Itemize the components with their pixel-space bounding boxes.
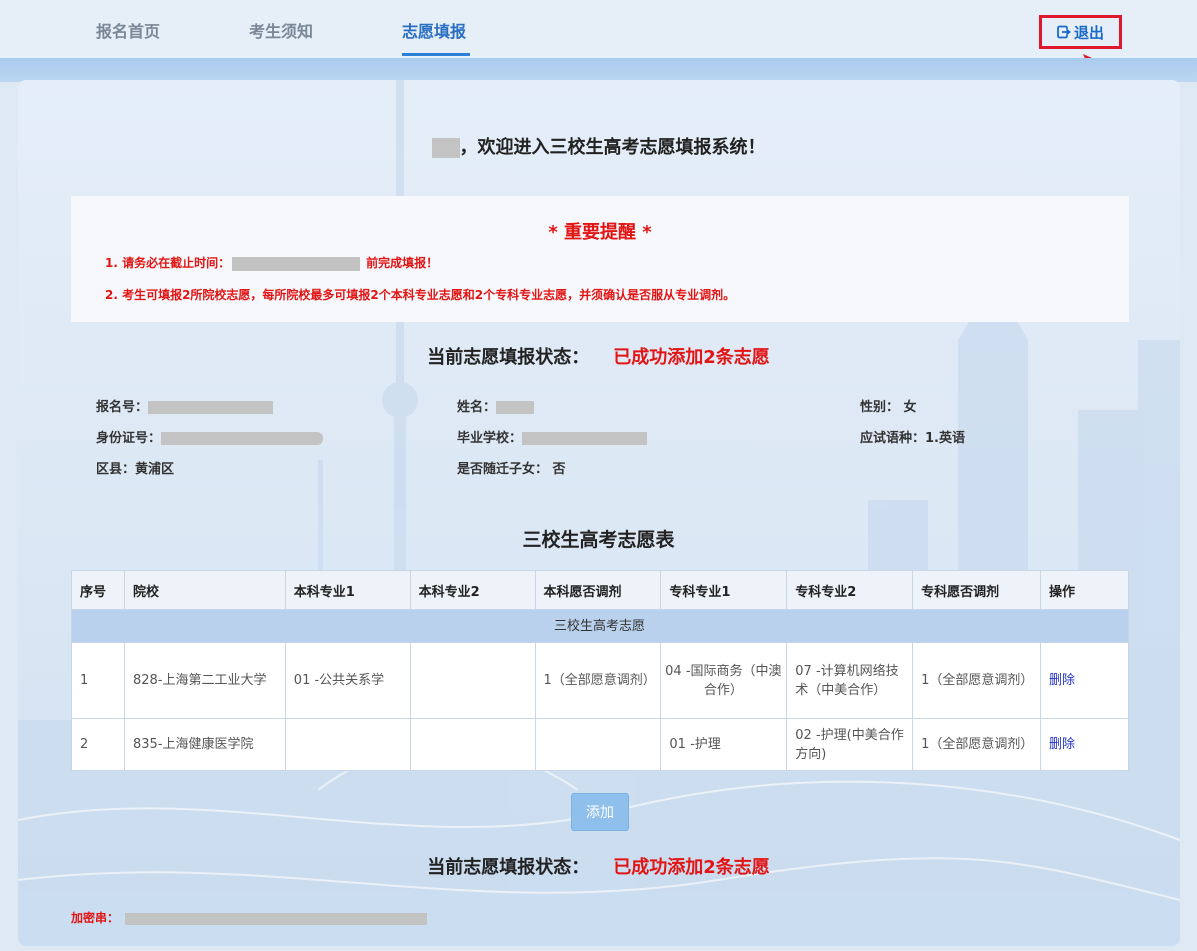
col-header-bachelor-adjust: 本科愿否调剂 xyxy=(534,570,662,610)
active-tab-underline xyxy=(402,53,470,56)
notice-deadline: 1. 请务必在截止时间： 前完成填报！ xyxy=(105,256,439,271)
info-name: 姓名： xyxy=(457,396,535,415)
application-table: 序号 院校 本科专业1 本科专业2 本科愿否调剂 专科专业1 专科专业2 专科愿… xyxy=(71,570,1129,771)
col-header-college-major-1: 专科专业1 xyxy=(660,570,788,610)
notice-rule: 2. 考生可填报2所院校志愿，每所院校最多可填报2个本科专业志愿和2个专科专业志… xyxy=(105,288,736,302)
table-header-row: 序号 院校 本科专业1 本科专业2 本科愿否调剂 专科专业1 专科专业2 专科愿… xyxy=(71,570,1129,610)
col-header-school: 院校 xyxy=(123,570,286,610)
cell-school: 835-上海健康医学院 xyxy=(123,718,286,771)
nav-exam-notice[interactable]: 考生须知 xyxy=(249,18,313,42)
table-title: 三校生高考志愿表 xyxy=(522,529,675,551)
col-header-action: 操作 xyxy=(1040,570,1129,610)
logout-icon xyxy=(1057,25,1071,39)
logout-button[interactable]: 退出 xyxy=(1039,15,1122,49)
col-header-college-adjust: 专科愿否调剂 xyxy=(912,570,1042,610)
redacted-name xyxy=(431,138,460,158)
add-button[interactable]: 添加 xyxy=(571,793,629,831)
logout-label: 退出 xyxy=(1073,23,1104,42)
info-migrant: 是否随迁子女： 否 xyxy=(457,462,566,477)
col-header-no: 序号 xyxy=(71,570,125,610)
nav-application[interactable]: 志愿填报 xyxy=(402,18,466,42)
info-reg-no: 报名号： xyxy=(96,396,274,415)
important-notice: * 重要提醒 * 1. 请务必在截止时间： 前完成填报！ 2. 考生可填报2所院校… xyxy=(71,196,1129,322)
header-band xyxy=(0,58,1197,82)
cell-college-adjust: 1（全部愿意调剂） xyxy=(912,642,1042,719)
table-row: 2 835-上海健康医学院 01 -护理 02 -护理(中美合作方向) 1（全部… xyxy=(71,718,1129,771)
nav-home[interactable]: 报名首页 xyxy=(96,18,160,42)
col-header-bachelor-major-1: 本科专业1 xyxy=(284,570,411,610)
cell-college-major-1: 04 -国际商务（中澳合作） xyxy=(660,642,788,719)
cell-no: 1 xyxy=(71,642,125,719)
status-top: 当前志愿填报状态： 已成功添加2条志愿 xyxy=(427,347,770,368)
welcome-text: ，欢迎进入三校生高考志愿填报系统！ xyxy=(459,137,766,158)
group-label: 三校生高考志愿 xyxy=(71,609,1129,643)
info-id-no: 身份证号： xyxy=(96,427,324,446)
cell-college-major-1: 01 -护理 xyxy=(660,718,788,771)
info-school: 毕业学校： xyxy=(457,427,648,446)
status-value: 已成功添加2条志愿 xyxy=(613,857,770,878)
table-row: 1 828-上海第二工业大学 01 -公共关系学 1（全部愿意调剂） 04 -国… xyxy=(71,642,1129,719)
cell-bachelor-major-2 xyxy=(409,718,536,771)
cell-no: 2 xyxy=(71,718,125,771)
delete-link[interactable]: 删除 xyxy=(1049,737,1075,752)
cell-college-major-2: 02 -护理(中美合作方向) xyxy=(786,718,914,771)
cell-college-major-2: 07 -计算机网络技术（中美合作） xyxy=(786,642,914,719)
cell-bachelor-major-1 xyxy=(284,718,411,771)
status-bottom: 当前志愿填报状态： 已成功添加2条志愿 xyxy=(427,857,770,878)
cell-bachelor-major-2 xyxy=(409,642,536,719)
cell-bachelor-major-1: 01 -公共关系学 xyxy=(284,642,411,719)
info-language: 应试语种：1.英语 xyxy=(860,431,965,446)
table-group-row: 三校生高考志愿 xyxy=(71,609,1129,643)
cell-school: 828-上海第二工业大学 xyxy=(123,642,286,719)
cell-action: 删除 xyxy=(1040,642,1129,719)
cell-action: 删除 xyxy=(1040,718,1129,771)
status-value: 已成功添加2条志愿 xyxy=(613,347,770,368)
col-header-college-major-2: 专科专业2 xyxy=(786,570,914,610)
notice-title: * 重要提醒 * xyxy=(548,222,652,243)
info-gender: 性别： 女 xyxy=(860,400,917,415)
welcome-message: ，欢迎进入三校生高考志愿填报系统！ xyxy=(0,133,1197,159)
cell-college-adjust: 1（全部愿意调剂） xyxy=(912,718,1042,771)
col-header-bachelor-major-2: 本科专业2 xyxy=(409,570,536,610)
top-nav-bar: 报名首页 考生须知 志愿填报 退出 xyxy=(0,0,1197,59)
cell-bachelor-adjust: 1（全部愿意调剂） xyxy=(534,642,662,719)
delete-link[interactable]: 删除 xyxy=(1049,673,1075,688)
encryption-string: 加密串： xyxy=(71,909,428,926)
info-district: 区县：黄浦区 xyxy=(96,462,175,477)
redacted-secret xyxy=(125,912,428,925)
cell-bachelor-adjust xyxy=(534,718,662,771)
redacted-deadline xyxy=(232,256,361,271)
